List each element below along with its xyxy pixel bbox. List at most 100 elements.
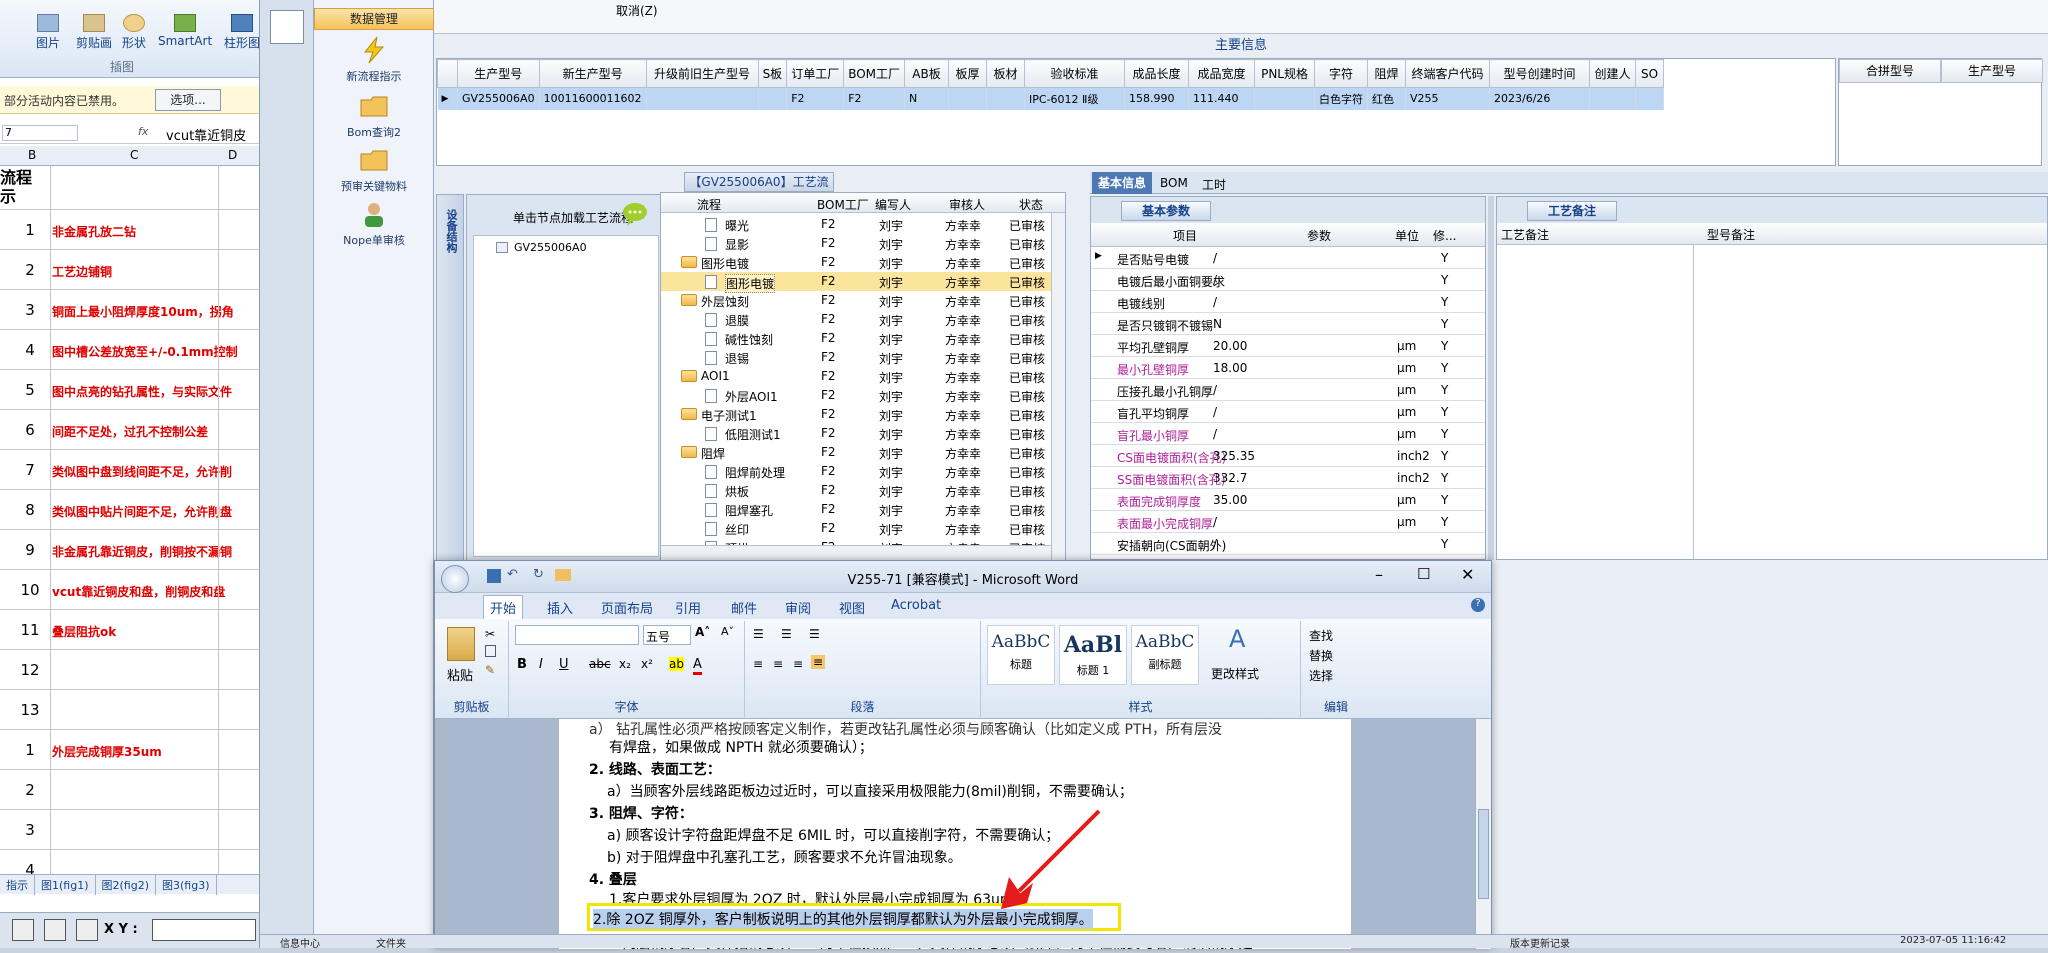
main-col-header[interactable]: 验收标准 xyxy=(1024,59,1126,88)
main-col-header[interactable]: 阻焊 xyxy=(1367,59,1407,88)
param-value[interactable]: 332.7 xyxy=(1213,471,1247,485)
smartart-button[interactable]: SmartArt xyxy=(158,14,212,48)
doc-vscrollbar[interactable] xyxy=(1475,719,1491,949)
flow-row[interactable]: 阻焊前处理 F2 刘宇 方幸幸 已审核 xyxy=(661,462,1051,481)
main-cell[interactable]: IPC-6012 Ⅱ级 xyxy=(1024,87,1126,110)
row-text[interactable]: 类似图中贴片间距不足，允许削盘 xyxy=(52,503,258,520)
main-cell[interactable]: 2023/6/26 xyxy=(1489,87,1591,110)
fx-icon[interactable]: fx xyxy=(138,125,148,138)
main-col-header[interactable]: 型号创建时间 xyxy=(1489,59,1591,88)
bold-icon[interactable]: B xyxy=(517,657,527,672)
excel-row[interactable]: 3 铜面上最小阻焊厚度10um，拐角 xyxy=(0,290,259,330)
tab-insert[interactable]: 插入 xyxy=(547,598,573,617)
shrink-font-icon[interactable]: A˅ xyxy=(721,625,734,638)
main-cell[interactable]: 红色 xyxy=(1367,87,1407,110)
flow-step-name[interactable]: 退膜 xyxy=(725,312,749,329)
main-col-header[interactable]: 新生产型号 xyxy=(538,59,647,88)
tool-icon-2[interactable] xyxy=(44,919,66,941)
font-color-icon[interactable]: A xyxy=(693,657,702,675)
param-row[interactable]: 表面完成铜厚度 35.00 μm Y xyxy=(1091,489,1485,511)
status-col-header[interactable]: 状态 xyxy=(1019,196,1043,213)
superscript-icon[interactable]: x² xyxy=(641,657,653,671)
bom-factory-col-header[interactable]: BOM工厂 xyxy=(817,196,869,213)
row-text[interactable]: 非金属孔放二钻 xyxy=(52,223,258,240)
align-left-icon[interactable]: ≡ xyxy=(753,657,763,671)
tab-process-remarks[interactable]: 工艺备注 xyxy=(1527,201,1617,221)
tab-view[interactable]: 视图 xyxy=(839,598,865,617)
grow-font-icon[interactable]: A˄ xyxy=(695,625,710,639)
col-b-header[interactable]: B xyxy=(28,148,36,162)
main-cell[interactable]: N xyxy=(904,87,950,110)
row-text[interactable]: 间距不足处，过孔不控制公差 xyxy=(52,423,258,440)
nav-item-bom-query[interactable]: Bom查询2 xyxy=(314,92,434,140)
tab-mailings[interactable]: 邮件 xyxy=(731,598,757,617)
main-col-header[interactable]: AB板 xyxy=(904,59,950,88)
merge-col-header[interactable]: 合拼型号 xyxy=(1839,59,1941,83)
main-cell[interactable]: GV255006A0 xyxy=(457,87,540,110)
item-col-header[interactable]: 项目 xyxy=(1173,227,1197,244)
excel-row[interactable]: 8 类似图中贴片间距不足，允许削盘 xyxy=(0,490,259,530)
param-value[interactable]: / xyxy=(1213,295,1217,309)
style-item[interactable]: AaBbC 标题 xyxy=(987,625,1055,685)
flow-row[interactable]: 阻焊 F2 刘宇 方幸幸 已审核 xyxy=(661,443,1051,462)
excel-row[interactable]: 11 叠层阻抗ok xyxy=(0,610,259,650)
cancel-button[interactable]: 取消(Z) xyxy=(616,2,658,19)
doc-line-7[interactable]: 4. 叠层 xyxy=(589,869,637,889)
header-cell[interactable]: 流程 示 xyxy=(0,166,259,210)
node-checkbox[interactable] xyxy=(496,242,508,253)
param-row[interactable]: 盲孔最小铜厚 / μm Y xyxy=(1091,423,1485,445)
flow-step-name[interactable]: 外层蚀刻 xyxy=(701,293,749,310)
main-col-header[interactable]: 成品长度 xyxy=(1124,59,1190,88)
param-value[interactable]: 325.35 xyxy=(1213,449,1255,463)
flow-step-name[interactable]: 阻焊塞孔 xyxy=(725,502,773,519)
main-col-header[interactable]: BOM工厂 xyxy=(843,59,906,88)
tab-basic-info[interactable]: 基本信息 xyxy=(1092,172,1152,194)
flow-row[interactable]: 曝光 F2 刘宇 方幸幸 已审核 xyxy=(661,215,1051,234)
subscript-icon[interactable]: x₂ xyxy=(619,657,631,671)
main-cell[interactable] xyxy=(646,87,759,110)
flow-col-header[interactable]: 流程 xyxy=(697,196,721,213)
excel-row[interactable]: 3 xyxy=(0,810,259,850)
side-tab[interactable]: 设备结构 xyxy=(436,194,464,564)
main-cell[interactable] xyxy=(1635,87,1665,110)
main-cell[interactable]: 158.990 xyxy=(1124,87,1190,110)
modify-col-header[interactable]: 修... xyxy=(1433,227,1456,244)
main-cell[interactable]: 白色字符 xyxy=(1314,87,1369,110)
process-remark-col-header[interactable]: 工艺备注 xyxy=(1501,226,1549,243)
main-cell[interactable]: 111.440 xyxy=(1188,87,1256,110)
flow-step-name[interactable]: 丝印 xyxy=(725,521,749,538)
highlight-icon[interactable]: ab xyxy=(669,657,684,671)
formula-input[interactable]: vcut靠近铜皮 xyxy=(166,125,246,144)
flow-step-name[interactable]: 阻焊 xyxy=(701,445,725,462)
main-col-header[interactable]: 订单工厂 xyxy=(786,59,845,88)
multilevel-list-icon[interactable]: ☰ xyxy=(809,627,820,641)
main-col-header[interactable]: 创建人 xyxy=(1589,59,1637,88)
excel-row[interactable]: 9 非金属孔靠近铜皮，削铜按不漏铜 xyxy=(0,530,259,570)
flow-step-name[interactable]: 碱性蚀刻 xyxy=(725,331,773,348)
row-text[interactable]: 工艺边铺铜 xyxy=(52,263,258,280)
doc-line-4[interactable]: 3. 阻焊、字符： xyxy=(589,803,693,823)
flow-row[interactable]: AOI1 F2 刘宇 方幸幸 已审核 xyxy=(661,367,1051,386)
param-row[interactable]: CS面电镀面积(含孔) 325.35 inch2 Y xyxy=(1091,445,1485,467)
flow-step-name[interactable]: 显影 xyxy=(725,236,749,253)
param-row[interactable]: 平均孔壁铜厚 20.00 μm Y xyxy=(1091,335,1485,357)
style-item[interactable]: AaBbC 副标题 xyxy=(1131,625,1199,685)
flow-row[interactable]: 外层AOI1 F2 刘宇 方幸幸 已审核 xyxy=(661,386,1051,405)
shapes-button[interactable]: 形状 xyxy=(122,14,146,51)
tab-references[interactable]: 引用 xyxy=(675,598,701,617)
sheet-tab-0[interactable]: 指示 xyxy=(0,875,35,895)
excel-row[interactable]: 7 类似图中盘到线间距不足，允许削 xyxy=(0,450,259,490)
excel-row[interactable]: 4 图中槽公差放宽至+/-0.1mm控制 xyxy=(0,330,259,370)
production-col-header[interactable]: 生产型号 xyxy=(1941,59,2043,83)
doc-line-2[interactable]: 2. 线路、表面工艺： xyxy=(589,759,721,779)
param-row[interactable]: 盲孔平均铜厚 / μm Y xyxy=(1091,401,1485,423)
main-col-header[interactable]: PNL规格 xyxy=(1254,59,1316,88)
flow-row[interactable]: 低阻测试1 F2 刘宇 方幸幸 已审核 xyxy=(661,424,1051,443)
main-cell[interactable]: 10011600011602 xyxy=(539,87,647,110)
main-col-header[interactable]: 板厚 xyxy=(948,59,988,88)
param-value[interactable]: 35.00 xyxy=(1213,493,1247,507)
reviewer-col-header[interactable]: 审核人 xyxy=(949,196,985,213)
flow-row[interactable]: 显影 F2 刘宇 方幸幸 已审核 xyxy=(661,234,1051,253)
excel-row[interactable]: 1 非金属孔放二钻 xyxy=(0,210,259,250)
row-text[interactable]: 图中点亮的钻孔属性，与实际文件 xyxy=(52,383,258,400)
